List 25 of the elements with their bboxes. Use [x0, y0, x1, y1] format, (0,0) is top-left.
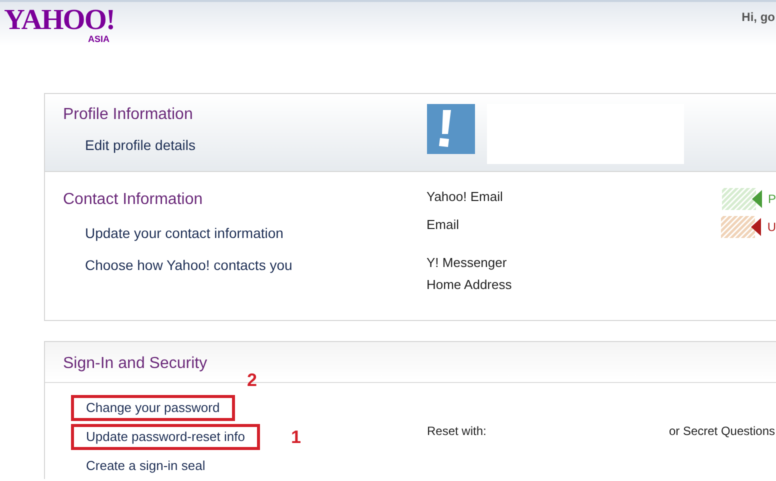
status-flag-icon	[722, 188, 762, 210]
avatar-icon	[427, 104, 475, 154]
logo[interactable]: YAHOO!	[4, 6, 115, 35]
status-flag-icon	[721, 216, 762, 238]
section-title: Sign-In and Security	[63, 355, 208, 372]
section-title: Contact Information	[63, 190, 204, 210]
contact-field-label: Home Address	[426, 276, 512, 294]
greeting-text: Hi, go	[742, 9, 776, 26]
contact-link[interactable]: Choose how Yahoo! contacts you	[85, 255, 426, 276]
security-link[interactable]: Update password-reset info	[71, 424, 260, 450]
edit-profile-link[interactable]: Edit profile details	[85, 135, 427, 156]
status-text: P	[768, 191, 776, 208]
status-text: U	[767, 219, 776, 236]
annotation-number: 2	[247, 369, 258, 392]
security-link[interactable]: Create a sign-in seal	[71, 453, 220, 479]
contact-field-label: Email	[426, 216, 459, 234]
reset-options-text: or Secret Questions	[668, 423, 775, 440]
reset-label: Reset with:	[427, 423, 486, 440]
logo-subtitle: ASIA	[88, 35, 110, 44]
contact-field-label: Y! Messenger	[426, 254, 507, 272]
annotation-number: 1	[291, 426, 302, 449]
security-link[interactable]: Change your password	[71, 395, 235, 421]
section-title: Profile Information	[63, 105, 194, 125]
contact-link[interactable]: Update your contact information	[85, 223, 426, 244]
contact-field-label: Yahoo! Email	[426, 188, 503, 206]
